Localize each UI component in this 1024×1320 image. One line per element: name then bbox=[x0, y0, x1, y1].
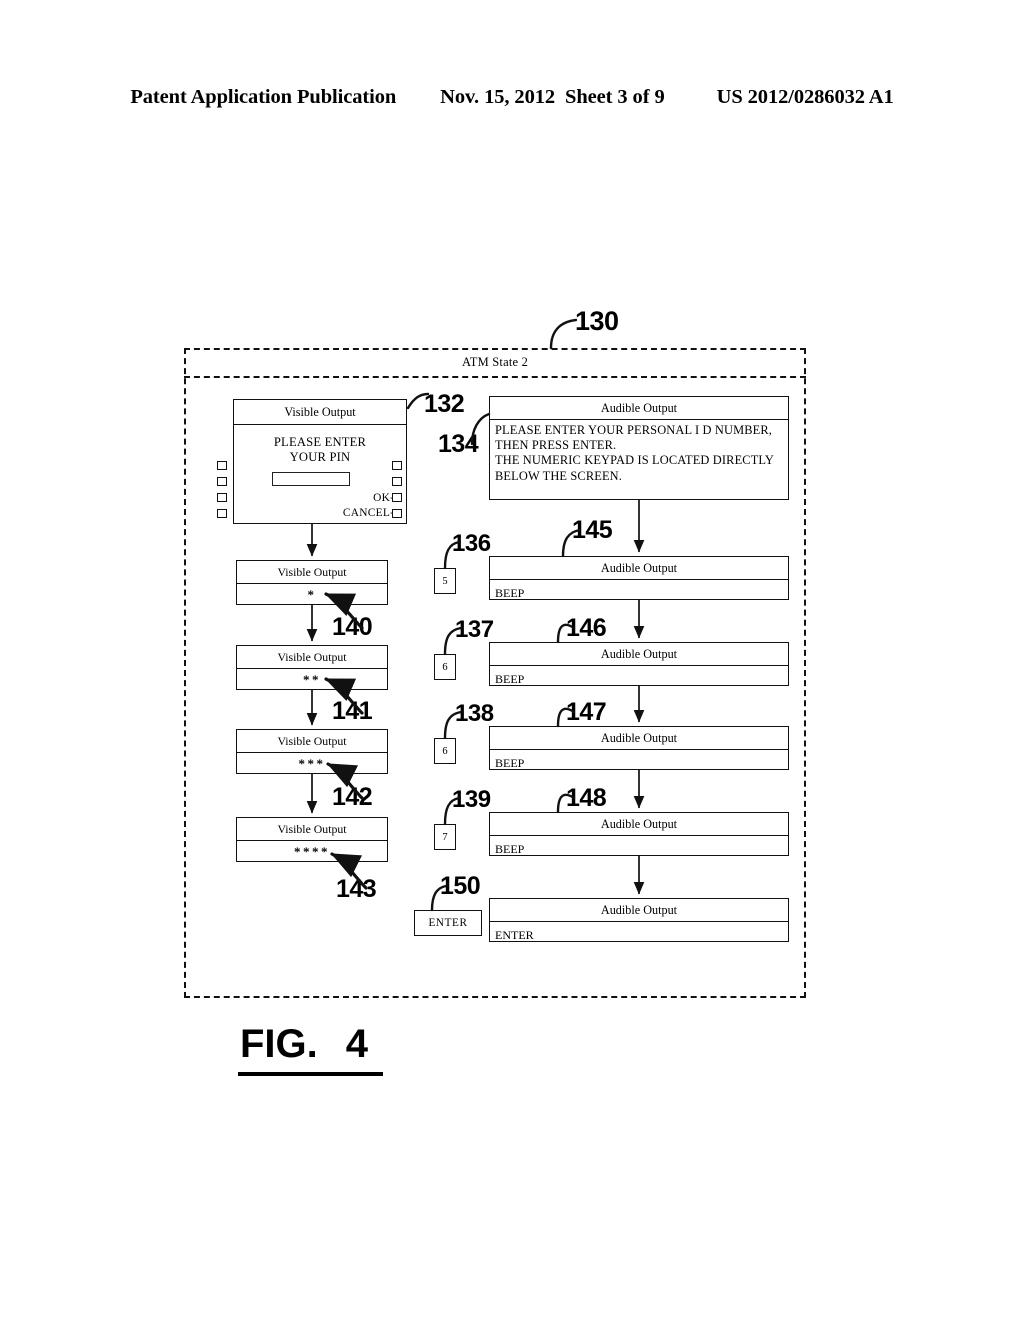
audible-output-panel-beep-4: Audible Output BEEP bbox=[489, 812, 789, 856]
panel-header-label: Audible Output bbox=[490, 557, 788, 580]
figure-number: 4 bbox=[345, 1022, 369, 1066]
header-sheet: Sheet 3 of 9 bbox=[565, 86, 665, 108]
header-publication: Patent Application Publication bbox=[130, 86, 397, 108]
reference-numeral-137: 137 bbox=[455, 616, 494, 643]
audible-prompt-line2: THEN PRESS ENTER. bbox=[495, 438, 617, 453]
panel-header-label: Audible Output bbox=[490, 813, 788, 836]
page-header: Patent Application Publication Nov. 15, … bbox=[0, 86, 1024, 109]
visible-output-panel-4: Visible Output **** bbox=[236, 817, 388, 862]
panel-header-label: Audible Output bbox=[490, 643, 788, 666]
reference-numeral-146: 146 bbox=[566, 614, 607, 642]
header-date: Nov. 15, 2012 bbox=[440, 86, 556, 108]
reference-numeral-141: 141 bbox=[332, 697, 373, 725]
figure-caption-underline bbox=[238, 1072, 383, 1076]
panel-header-label: Visible Output bbox=[237, 730, 387, 753]
figure-caption: FIG. 4 bbox=[240, 1022, 368, 1067]
visible-output-panel-initial: Visible Output PLEASE ENTER YOUR PIN OK-… bbox=[233, 399, 407, 524]
masked-pin-value: *** bbox=[298, 755, 326, 771]
audible-value: BEEP bbox=[495, 671, 525, 686]
reference-numeral-142: 142 bbox=[332, 783, 373, 811]
audible-output-panel-beep-2: Audible Output BEEP bbox=[489, 642, 789, 686]
audible-prompt-line1: PLEASE ENTER YOUR PERSONAL I D NUMBER, bbox=[495, 423, 773, 437]
masked-pin-value: **** bbox=[294, 843, 330, 859]
atm-state-title-band: ATM State 2 bbox=[184, 348, 806, 378]
keypad-key-7[interactable]: 7 bbox=[434, 824, 456, 850]
reference-numeral-139: 139 bbox=[452, 786, 491, 813]
right-softkey-2[interactable] bbox=[392, 477, 402, 486]
reference-numeral-143: 143 bbox=[336, 875, 377, 903]
audible-prompt-line4: BELOW THE SCREEN. bbox=[495, 468, 623, 483]
keypad-key-enter[interactable]: ENTER bbox=[414, 910, 482, 936]
keypad-key-6-second[interactable]: 6 bbox=[434, 738, 456, 764]
panel-header-label: Audible Output bbox=[490, 397, 788, 420]
atm-screen-body: PLEASE ENTER YOUR PIN OK-> CANCEL-> bbox=[234, 425, 406, 524]
right-softkey-4-cancel[interactable] bbox=[392, 509, 402, 518]
reference-numeral-136: 136 bbox=[452, 530, 491, 557]
audible-output-panel-beep-3: Audible Output BEEP bbox=[489, 726, 789, 770]
figure-label: FIG. bbox=[240, 1022, 318, 1066]
panel-header-label: Visible Output bbox=[237, 646, 387, 669]
left-softkey-2[interactable] bbox=[217, 477, 227, 486]
reference-numeral-150: 150 bbox=[440, 872, 481, 900]
atm-state-title: ATM State 2 bbox=[461, 354, 529, 369]
masked-pin-value: * bbox=[307, 586, 317, 602]
audible-output-panel-prompt: Audible Output PLEASE ENTER YOUR PERSONA… bbox=[489, 396, 789, 500]
masked-pin-value: ** bbox=[303, 671, 321, 687]
pin-entry-field[interactable] bbox=[272, 472, 350, 486]
reference-numeral-145: 145 bbox=[572, 516, 613, 544]
audible-output-panel-beep-1: Audible Output BEEP bbox=[489, 556, 789, 600]
left-softkey-1[interactable] bbox=[217, 461, 227, 470]
left-softkey-4[interactable] bbox=[217, 509, 227, 518]
reference-numeral-134: 134 bbox=[438, 430, 479, 458]
panel-header-label: Visible Output bbox=[237, 561, 387, 584]
atm-prompt-line1: PLEASE ENTER bbox=[273, 435, 367, 449]
keypad-key-5[interactable]: 5 bbox=[434, 568, 456, 594]
visible-output-panel-3: Visible Output *** bbox=[236, 729, 388, 774]
atm-prompt-text: PLEASE ENTER YOUR PIN bbox=[234, 425, 406, 465]
header-document-number: US 2012/0286032 A1 bbox=[716, 86, 894, 108]
panel-header-label: Visible Output bbox=[237, 818, 387, 841]
reference-numeral-147: 147 bbox=[566, 698, 607, 726]
right-softkey-1[interactable] bbox=[392, 461, 402, 470]
audible-prompt-line3: THE NUMERIC KEYPAD IS LOCATED DIRECTLY bbox=[495, 453, 774, 468]
reference-numeral-132: 132 bbox=[424, 390, 465, 418]
reference-numeral-130: 130 bbox=[575, 306, 619, 336]
keypad-key-6-first[interactable]: 6 bbox=[434, 654, 456, 680]
audible-value: BEEP bbox=[495, 585, 525, 600]
panel-header-label: Audible Output bbox=[490, 899, 788, 922]
right-softkey-column bbox=[392, 461, 403, 525]
audible-value: ENTER bbox=[495, 927, 534, 942]
right-softkey-3-ok[interactable] bbox=[392, 493, 402, 502]
audible-output-panel-enter: Audible Output ENTER bbox=[489, 898, 789, 942]
panel-header-label: Visible Output bbox=[234, 400, 406, 425]
left-softkey-column bbox=[217, 461, 228, 525]
reference-numeral-148: 148 bbox=[566, 784, 607, 812]
reference-numeral-138: 138 bbox=[455, 700, 494, 727]
visible-output-panel-2: Visible Output ** bbox=[236, 645, 388, 690]
panel-header-label: Audible Output bbox=[490, 727, 788, 750]
patent-figure-page: Patent Application Publication Nov. 15, … bbox=[0, 0, 1024, 1320]
left-softkey-3[interactable] bbox=[217, 493, 227, 502]
atm-prompt-line2: YOUR PIN bbox=[289, 450, 351, 464]
audible-value: BEEP bbox=[495, 755, 525, 770]
reference-numeral-140: 140 bbox=[332, 613, 373, 641]
audible-prompt-text: PLEASE ENTER YOUR PERSONAL I D NUMBER, T… bbox=[490, 420, 788, 484]
visible-output-panel-1: Visible Output * bbox=[236, 560, 388, 605]
audible-value: BEEP bbox=[495, 841, 525, 856]
